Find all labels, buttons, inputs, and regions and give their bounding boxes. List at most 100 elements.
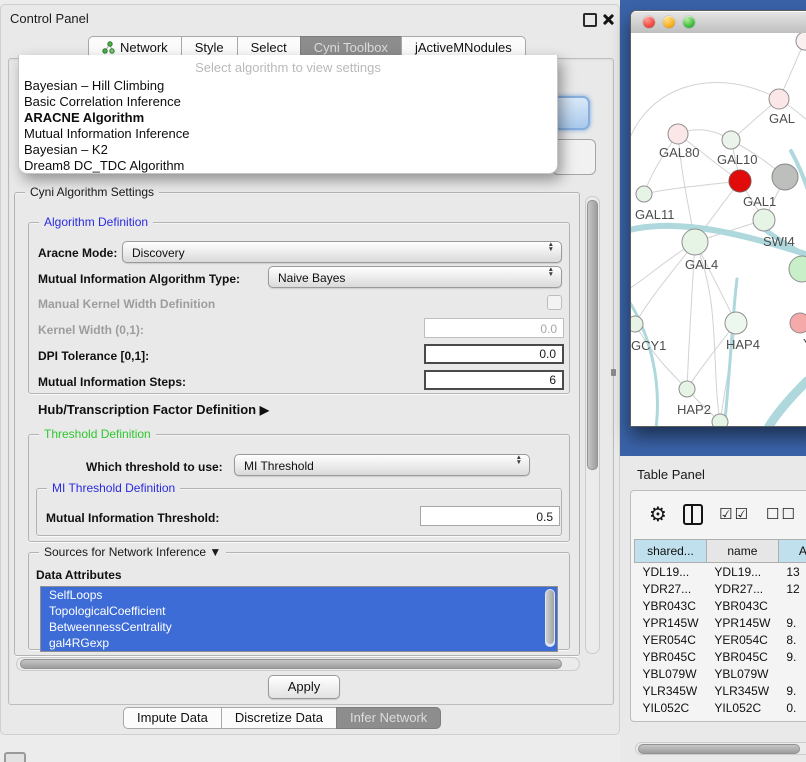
table-cell[interactable]: YDL19... [635,563,707,581]
table-column-header[interactable]: name [706,540,778,563]
settings-vertical-scrollbar[interactable] [585,196,600,654]
network-node-gal4[interactable] [682,229,708,255]
tab-impute-data[interactable]: Impute Data [123,707,222,729]
select-all-checkboxes-icon[interactable]: ☑☑ [719,505,750,523]
network-node-gal11[interactable] [636,186,652,202]
table-row[interactable]: YBR043CYBR043C [635,597,806,614]
table-cell[interactable]: 9. [778,682,806,699]
deselect-all-checkboxes-icon[interactable]: ☐☐ [766,505,797,523]
table-horizontal-scrollbar[interactable] [635,742,806,755]
table-cell[interactable]: YIL052C [706,699,778,716]
table-cell[interactable]: YLR345W [706,682,778,699]
network-window-titlebar[interactable] [631,11,806,34]
network-canvas[interactable]: GALGAL80GAL10GAL1GAL11SWI4GAL4GCY1HAP4YH… [631,33,806,426]
float-window-icon[interactable] [583,13,597,27]
aracne-mode-select[interactable]: Discovery ▲▼ [122,241,562,263]
which-threshold-label: Which threshold to use: [86,460,223,474]
dpi-tolerance-input[interactable]: 0.0 [424,344,564,364]
tab-discretize-data[interactable]: Discretize Data [221,707,337,729]
minimize-traffic-light[interactable] [663,16,675,28]
table-cell[interactable]: YER054C [635,631,707,648]
network-node-gal80[interactable] [668,124,688,144]
table-cell[interactable]: YBR043C [706,597,778,614]
mi-steps-input[interactable]: 6 [424,370,564,390]
table-cell[interactable]: YBR045C [706,648,778,665]
background-box-fragment [552,139,596,175]
table-row[interactable]: YER054CYER054C8. [635,631,806,648]
attribute-item[interactable]: BetweennessCentrality [41,619,557,635]
table-cell[interactable]: YIL052C [635,699,707,716]
table-cell[interactable] [778,665,806,682]
table-row[interactable]: YDR27...YDR27...12 [635,580,806,597]
table-cell[interactable]: YBR045C [635,648,707,665]
table-cell[interactable]: 9. [778,648,806,665]
table-cell[interactable]: 8. [778,631,806,648]
network-node-gcy1[interactable] [631,316,643,332]
zoom-traffic-light[interactable] [683,16,695,28]
network-node-gal[interactable] [769,89,789,109]
hub-definition-toggle[interactable]: Hub/Transcription Factor Definition ▶ [38,402,269,417]
dropdown-item[interactable]: Bayesian – Hill Climbing [19,78,557,94]
table-column-header[interactable]: shared... [635,540,707,563]
network-node[interactable] [729,170,751,192]
attribute-item[interactable]: TopologicalCoefficient [41,603,557,619]
tab-infer-network[interactable]: Infer Network [336,707,441,729]
dropdown-item[interactable]: Dream8 DC_TDC Algorithm [19,158,557,174]
dropdown-item[interactable]: Bayesian – K2 [19,142,557,158]
table-cell[interactable]: YBR043C [635,597,707,614]
network-node-swi4[interactable] [789,256,806,282]
network-node[interactable] [772,164,798,190]
network-node-hap2[interactable] [679,381,695,397]
mini-panel-button[interactable] [4,752,26,762]
table-column-header[interactable]: A [778,540,806,563]
network-node[interactable] [796,33,806,50]
network-node[interactable] [712,414,728,426]
attribute-item[interactable]: SelfLoops [41,587,557,603]
close-icon[interactable] [602,13,614,25]
panel-splitter-handle[interactable] [611,369,616,376]
sources-legend[interactable]: Sources for Network Inference ▼ [39,545,226,559]
table-cell[interactable]: YDR27... [635,580,707,597]
which-threshold-select[interactable]: MI Threshold ▲▼ [234,454,530,476]
table-row[interactable]: YBR045CYBR045C9. [635,648,806,665]
table-row[interactable]: YBL079WYBL079W [635,665,806,682]
table-cell[interactable]: YPR145W [635,614,707,631]
table-row[interactable]: YDL19...YDL19...13 [635,563,806,581]
table-cell[interactable]: YPR145W [706,614,778,631]
network-node-y[interactable] [790,313,806,333]
table-cell[interactable]: 9. [778,614,806,631]
table-cell[interactable]: YER054C [706,631,778,648]
mi-algorithm-type-select[interactable]: Naive Bayes ▲▼ [268,266,562,288]
close-traffic-light[interactable] [643,16,655,28]
table-row[interactable]: YLR345WYLR345W9. [635,682,806,699]
table-cell[interactable]: 12 [778,580,806,597]
table-cell[interactable]: 0. [778,699,806,716]
table-cell[interactable] [778,597,806,614]
network-node-gal1[interactable] [753,209,775,231]
dropdown-item[interactable]: ARACNE Algorithm [19,110,557,126]
attribute-item[interactable]: gal4RGexp [41,635,557,651]
table-cell[interactable]: YBL079W [635,665,707,682]
kernel-width-input[interactable]: 0.0 [424,318,564,338]
table-cell[interactable]: YDL19... [706,563,778,581]
network-node-label: HAP4 [726,337,760,352]
apply-button[interactable]: Apply [268,675,340,699]
dropdown-item[interactable]: Basic Correlation Inference [19,94,557,110]
columns-icon[interactable] [683,504,703,525]
data-attributes-list[interactable]: SelfLoopsTopologicalCoefficientBetweenne… [40,586,558,652]
table-cell[interactable]: YLR345W [635,682,707,699]
network-node-gal10[interactable] [722,131,740,149]
settings-horizontal-scrollbar[interactable] [16,657,580,671]
manual-kernel-width-checkbox[interactable] [547,295,562,310]
mi-threshold-input[interactable]: 0.5 [420,506,560,526]
table-cell[interactable]: YBL079W [706,665,778,682]
table-cell[interactable]: YDR27... [706,580,778,597]
network-node-hap4[interactable] [725,312,747,334]
dropdown-item[interactable]: Mutual Information Inference [19,126,557,142]
table-row[interactable]: YPR145WYPR145W9. [635,614,806,631]
table-row[interactable]: YIL052CYIL052C0. [635,699,806,716]
table-cell[interactable]: 13 [778,563,806,581]
gear-icon[interactable]: ⚙ [649,504,667,524]
algorithm-dropdown-popup: Select algorithm to view settings Bayesi… [18,55,558,174]
attribute-list-scrollbar[interactable] [545,589,555,647]
